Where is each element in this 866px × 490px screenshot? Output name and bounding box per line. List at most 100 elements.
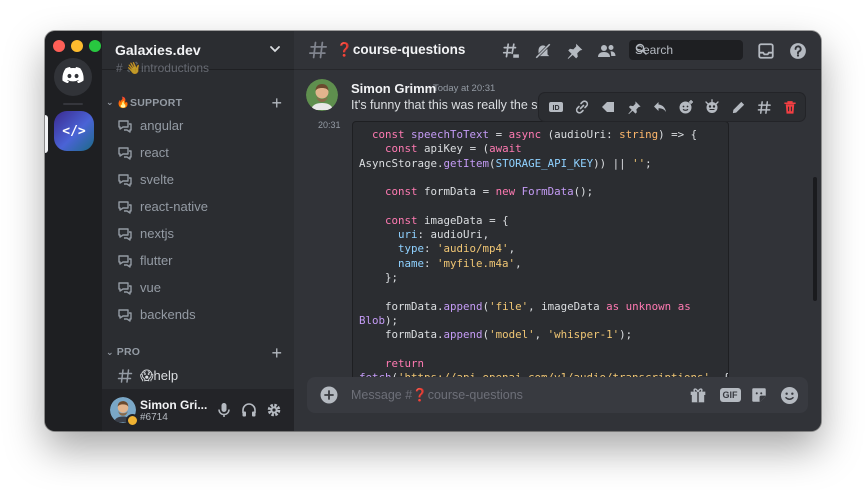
channel-flutter[interactable]: flutter	[110, 248, 286, 273]
message-input-placeholder: Message #❓course-questions	[351, 388, 523, 402]
inbox-icon[interactable]	[756, 41, 776, 61]
home-button[interactable]	[54, 58, 92, 96]
link-icon[interactable]	[569, 95, 595, 119]
delete-icon[interactable]	[777, 95, 803, 119]
rail-divider	[63, 103, 83, 105]
text-channel-icon	[308, 40, 328, 65]
code-line: };	[359, 270, 399, 284]
user-tag: #6714	[140, 412, 168, 423]
channel-sidebar: Galaxies.dev # 👋introductions ⌄ 🔥SUPPORT…	[102, 31, 294, 431]
chat-scrollbar[interactable]	[813, 177, 817, 301]
mark-unread-icon[interactable]	[595, 95, 621, 119]
add-attachment-icon[interactable]	[320, 386, 338, 409]
guild-name: Galaxies.dev	[115, 42, 201, 58]
avatar[interactable]	[306, 79, 338, 111]
forum-icon	[116, 117, 134, 135]
server-icon-label: </>	[62, 123, 86, 139]
channel-svelte[interactable]: svelte	[110, 167, 286, 192]
channel-label: vue	[140, 280, 161, 295]
forum-icon	[116, 279, 134, 297]
pin-icon[interactable]	[565, 41, 585, 61]
channel-label: react	[140, 145, 169, 160]
chevron-down-icon	[268, 42, 282, 61]
gift-icon[interactable]	[688, 385, 708, 405]
chevron-down-icon: ⌄	[106, 346, 114, 357]
channel-vue[interactable]: vue	[110, 275, 286, 300]
close-window-button[interactable]	[53, 40, 65, 52]
add-reaction-icon[interactable]	[673, 95, 699, 119]
code-line: type: 'audio/mp4',	[398, 242, 516, 256]
gif-label: GIF	[719, 388, 741, 402]
user-panel: Simon Gri... #6714	[102, 389, 294, 431]
server-rail: </>	[45, 31, 102, 431]
add-channel-button[interactable]: +	[271, 344, 282, 362]
gif-icon[interactable]: GIF	[718, 385, 742, 405]
code-line: formData.append('model', 'whisper-1');	[385, 328, 633, 342]
copy-id-icon[interactable]: ID	[543, 95, 569, 119]
app-icon[interactable]	[699, 95, 725, 119]
channel-label: angular	[140, 118, 184, 133]
code-line: AsyncStorage.getItem(STORAGE_API_KEY)) |…	[359, 156, 652, 170]
svg-text:ID: ID	[553, 105, 560, 112]
channel-name: course-questions	[352, 42, 466, 57]
channel-label: flutter	[140, 253, 173, 268]
sticker-icon[interactable]	[749, 385, 769, 405]
emoji-icon[interactable]	[779, 385, 799, 405]
channel-backends[interactable]: backends	[110, 302, 286, 327]
category-support[interactable]: ⌄ 🔥SUPPORT	[106, 94, 182, 110]
headphones-icon[interactable]	[240, 401, 258, 419]
message-composer[interactable]: Message #❓course-questions GIF	[307, 377, 808, 413]
message-actions-toolbar: ID	[539, 93, 805, 121]
channel-label: svelte	[140, 172, 174, 187]
channel-title: ❓course-questions	[336, 42, 465, 58]
zoom-window-button[interactable]	[89, 40, 101, 52]
create-thread-icon[interactable]	[751, 95, 777, 119]
code-line: const formData = new FormData();	[385, 185, 594, 199]
channel-react[interactable]: react	[110, 140, 286, 165]
pin-icon[interactable]	[621, 95, 647, 119]
gear-icon[interactable]	[265, 401, 283, 419]
channel-help[interactable]: 😱help	[110, 363, 286, 388]
channel-label: nextjs	[140, 226, 174, 241]
channel-react-native[interactable]: react-native	[110, 194, 286, 219]
forum-icon	[116, 171, 134, 189]
help-icon[interactable]	[788, 41, 808, 61]
code-line: Blob);	[359, 313, 399, 327]
code-line: const imageData = {	[385, 213, 509, 227]
edit-icon[interactable]	[725, 95, 751, 119]
channel-introductions-clipped[interactable]: # 👋introductions	[116, 61, 209, 75]
channel-label: react-native	[140, 199, 208, 214]
search-input[interactable]: Search	[629, 40, 743, 60]
forum-icon	[116, 252, 134, 270]
message-author[interactable]: Simon Grimm	[351, 81, 436, 96]
channel-nextjs[interactable]: nextjs	[110, 221, 286, 246]
server-galaxies-dev[interactable]: </>	[54, 111, 94, 151]
search-icon	[635, 43, 738, 58]
code-line: return	[385, 356, 425, 370]
mute-icon[interactable]	[533, 41, 553, 61]
chevron-down-icon: ⌄	[106, 96, 114, 107]
add-channel-button[interactable]: +	[271, 94, 282, 112]
forum-icon	[116, 225, 134, 243]
channel-angular[interactable]: angular	[110, 113, 286, 138]
channel-prefix-emoji: ❓	[336, 42, 353, 57]
forum-icon	[116, 144, 134, 162]
code-line: const apiKey = (await	[385, 142, 522, 156]
members-icon[interactable]	[597, 41, 617, 61]
code-line: uri: audioUri,	[398, 228, 490, 242]
forum-icon	[116, 198, 134, 216]
username: Simon Gri...	[140, 398, 208, 412]
minimize-window-button[interactable]	[71, 40, 83, 52]
forum-icon	[116, 306, 134, 324]
code-line: name: 'myfile.m4a',	[398, 256, 522, 270]
code-line: formData.append('file', imageData as unk…	[385, 299, 691, 313]
reply-icon[interactable]	[647, 95, 673, 119]
code-line: const speechToText = async (audioUri: st…	[372, 128, 698, 141]
category-pro[interactable]: ⌄ PRO	[106, 344, 140, 360]
channel-header: ❓course-questions Search	[294, 31, 821, 70]
microphone-icon[interactable]	[215, 401, 233, 419]
discord-icon	[62, 66, 84, 88]
threads-icon[interactable]	[501, 41, 521, 61]
app-window: </> Galaxies.dev # 👋introductions ⌄ 🔥SUP…	[45, 31, 821, 431]
text-channel-icon	[116, 367, 134, 385]
